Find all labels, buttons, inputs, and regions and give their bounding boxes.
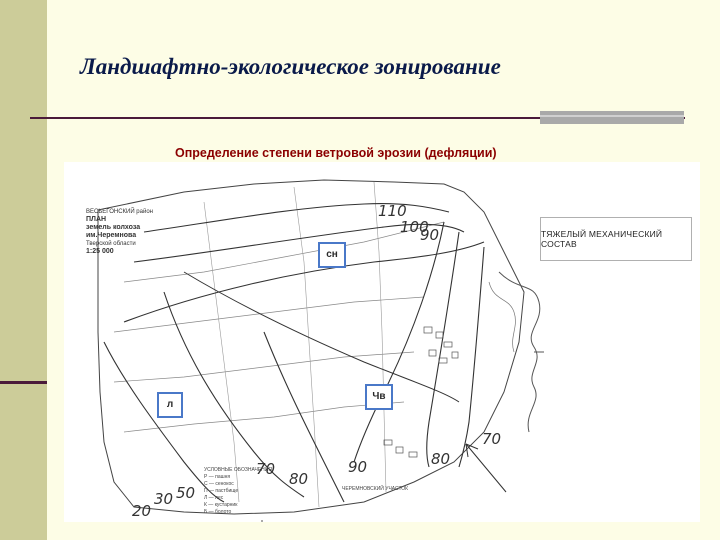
legend-item: С — сенокос xyxy=(204,481,234,487)
left-bar-divider xyxy=(0,381,47,384)
zone-label-sn: сн xyxy=(318,242,346,268)
zone-label-chv: Чв xyxy=(365,384,393,410)
map-legend: УСЛОВНЫЕ ОБОЗНАЧЕНИЯ Р — пашня С — сенок… xyxy=(204,467,272,516)
contour-label: 90 xyxy=(348,458,368,476)
legend-item: Б — болото xyxy=(204,509,232,515)
contour-label: 90 xyxy=(420,226,440,244)
map-header-scale: 1:25 000 xyxy=(86,248,114,255)
contour-label: 70 xyxy=(482,430,502,448)
zone-label-l: л xyxy=(157,392,183,418)
legend-item: П — пастбище xyxy=(204,488,239,494)
map-caption: ЧЕРЕМНОВСКИЙ УЧАСТОК xyxy=(342,486,409,492)
soil-composition-label: ТЯЖЕЛЫЙ МЕХАНИЧЕСКИЙ СОСТАВ xyxy=(540,217,692,261)
contour-label: 80 xyxy=(289,470,309,488)
map-header-plan: ПЛАН xyxy=(86,216,107,223)
legend-item: Р — пашня xyxy=(204,474,231,480)
map-header-region: ВЕСЬЕГОНСКИЙ район xyxy=(86,209,153,215)
legend-item: Л — лес xyxy=(204,495,224,501)
land-plan-map: ВЕСЬЕГОНСКИЙ район ПЛАН земель колхоза и… xyxy=(64,162,700,522)
legend-title: УСЛОВНЫЕ ОБОЗНАЧЕНИЯ xyxy=(204,467,272,473)
left-decor-bar xyxy=(0,0,47,540)
map-header-farm: земель колхоза им.Черемнова xyxy=(86,224,141,239)
map-header: ВЕСЬЕГОНСКИЙ район ПЛАН земель колхоза и… xyxy=(86,208,176,256)
map-header-oblast: Тверской области xyxy=(86,241,136,247)
contour-label: 80 xyxy=(431,450,451,468)
legend-item: К — кустарник xyxy=(204,502,238,508)
contour-label: 50 xyxy=(176,484,196,502)
contour-label: 20 xyxy=(132,502,152,520)
title-underline-accent xyxy=(540,111,684,124)
slide-subtitle: Определение степени ветровой эрозии (деф… xyxy=(175,146,497,160)
contour-label: 30 xyxy=(154,490,174,508)
slide-title: Ландшафтно-экологическое зонирование xyxy=(80,54,501,79)
